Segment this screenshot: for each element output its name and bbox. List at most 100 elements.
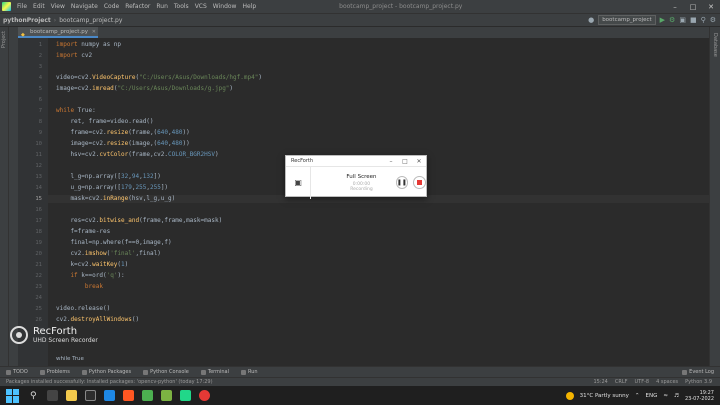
line-number: 24 bbox=[35, 295, 42, 301]
pause-button[interactable]: ❚❚ bbox=[395, 176, 409, 189]
taskbar-search-icon[interactable]: ⚲ bbox=[30, 391, 37, 401]
recforth-logo-icon bbox=[10, 326, 28, 344]
line-number: 1 bbox=[38, 42, 42, 48]
code-line: res=cv2.bitwise_and(frame,frame,mask=mas… bbox=[56, 217, 223, 224]
stop-icon bbox=[417, 180, 423, 185]
tab-close-icon[interactable]: ✕ bbox=[92, 27, 96, 38]
volume-icon[interactable]: ♬ bbox=[674, 393, 679, 399]
watermark-name: RecForth bbox=[33, 326, 78, 337]
database-tool-button[interactable]: Database bbox=[712, 33, 718, 57]
menu-help[interactable]: Help bbox=[239, 3, 259, 10]
breadcrumb-project[interactable]: pythonProject bbox=[0, 17, 54, 24]
menu-view[interactable]: View bbox=[48, 3, 68, 10]
breadcrumb-file[interactable]: bootcamp_project.py bbox=[56, 17, 125, 24]
recording-mode-label: Full Screen bbox=[346, 173, 377, 180]
code-line: frame=cv2.resize(frame,(640,480)) bbox=[56, 129, 190, 136]
user-icon[interactable]: ● bbox=[588, 16, 594, 24]
maximize-icon[interactable]: □ bbox=[684, 3, 702, 11]
window-title: bootcamp_project - bootcamp_project.py bbox=[339, 3, 463, 10]
tab-python-packages[interactable]: Python Packages bbox=[76, 369, 137, 375]
status-message[interactable]: Packages installed successfully: Install… bbox=[0, 379, 213, 385]
caret-position[interactable]: 15:24 bbox=[593, 379, 607, 385]
minimize-icon[interactable]: – bbox=[666, 3, 684, 11]
code-editor[interactable]: import numpy as np import cv2 video=cv2.… bbox=[48, 38, 709, 370]
edge-icon[interactable] bbox=[103, 390, 115, 401]
chevron-up-icon[interactable]: ⌃ bbox=[635, 393, 640, 399]
project-tool-button[interactable]: Project bbox=[1, 31, 7, 48]
close-icon[interactable]: ✕ bbox=[702, 3, 720, 11]
menu-edit[interactable]: Edit bbox=[30, 3, 48, 10]
recforth-watermark: RecForth UHD Screen Recorder bbox=[10, 326, 98, 344]
stop-button[interactable] bbox=[413, 176, 427, 189]
line-number: 21 bbox=[35, 262, 42, 268]
editor-tab[interactable]: ◆ bootcamp_project.py ✕ bbox=[18, 27, 98, 38]
menu-run[interactable]: Run bbox=[153, 3, 171, 10]
tab-run[interactable]: Run bbox=[235, 369, 264, 375]
recforth-title: RecForth bbox=[291, 158, 314, 164]
task-view-icon[interactable] bbox=[46, 390, 58, 401]
search-icon[interactable]: ⚲ bbox=[701, 16, 706, 24]
screenshot-icon[interactable]: ▣ bbox=[286, 166, 312, 199]
run-config-select[interactable]: bootcamp_project bbox=[598, 15, 656, 25]
coverage-icon[interactable]: ▣ bbox=[679, 16, 686, 24]
line-number: 26 bbox=[35, 317, 42, 323]
menu-code[interactable]: Code bbox=[101, 3, 122, 10]
console-icon bbox=[143, 369, 149, 375]
recforth-titlebar: RecForth – □ ✕ bbox=[286, 156, 426, 166]
windows-start-icon[interactable] bbox=[6, 388, 20, 403]
recforth-body: ▣ Full Screen 0:00:00 Recording ❚❚ bbox=[286, 166, 427, 199]
run-tab-icon bbox=[241, 369, 247, 375]
stop-icon[interactable]: ■ bbox=[690, 16, 697, 24]
editor-tab-strip: ◆ bootcamp_project.py ✕ bbox=[18, 27, 709, 38]
menu-vcs[interactable]: VCS bbox=[192, 3, 210, 10]
todo-icon bbox=[6, 369, 11, 375]
wifi-icon[interactable]: ≈ bbox=[663, 393, 668, 399]
tab-problems[interactable]: Problems bbox=[34, 369, 76, 375]
tab-event-log[interactable]: Event Log bbox=[676, 369, 720, 375]
pycharm-taskbar-icon[interactable] bbox=[179, 390, 191, 401]
file-explorer-icon[interactable] bbox=[65, 390, 77, 401]
chrome-icon[interactable] bbox=[141, 390, 153, 401]
code-line: f=frame-res bbox=[56, 228, 111, 235]
pycharm-logo-icon bbox=[2, 2, 11, 11]
recforth-maximize-icon[interactable]: □ bbox=[398, 158, 412, 165]
run-icon[interactable]: ▶ bbox=[660, 16, 665, 24]
recforth-close-icon[interactable]: ✕ bbox=[412, 158, 426, 165]
navigation-bar: pythonProject › bootcamp_project.py ● bo… bbox=[0, 13, 720, 27]
line-number: 18 bbox=[35, 229, 42, 235]
tab-python-console[interactable]: Python Console bbox=[137, 369, 195, 375]
recforth-minimize-icon[interactable]: – bbox=[384, 158, 398, 165]
window-controls: – □ ✕ bbox=[666, 3, 720, 11]
line-number: 5 bbox=[38, 86, 42, 92]
file-encoding[interactable]: UTF-8 bbox=[635, 379, 650, 385]
code-line: k=cv2.waitKey(1) bbox=[56, 261, 129, 268]
recforth-taskbar-icon[interactable] bbox=[198, 390, 210, 401]
clock[interactable]: 19:27 23-07-2022 bbox=[685, 390, 714, 402]
status-widgets: 15:24 CRLF UTF-8 4 spaces Python 3.9 bbox=[593, 379, 720, 385]
code-line: u_g=np.array([179,255,255]) bbox=[56, 184, 169, 191]
editor-breadcrumb-hint[interactable]: while True bbox=[56, 356, 84, 362]
recording-status-label: Recording bbox=[350, 186, 373, 192]
line-number: 25 bbox=[35, 306, 42, 312]
menu-refactor[interactable]: Refactor bbox=[122, 3, 153, 10]
tab-terminal[interactable]: Terminal bbox=[195, 369, 235, 375]
left-tool-strip: Project bbox=[0, 27, 9, 370]
tab-todo[interactable]: TODO bbox=[0, 369, 34, 375]
indent-setting[interactable]: 4 spaces bbox=[656, 379, 678, 385]
weather-text[interactable]: 31°C Partly sunny bbox=[580, 393, 629, 399]
store-icon[interactable] bbox=[84, 390, 96, 401]
debug-icon[interactable]: ⚙ bbox=[669, 16, 675, 24]
menu-navigate[interactable]: Navigate bbox=[68, 3, 101, 10]
office-icon[interactable] bbox=[122, 390, 134, 401]
line-separator[interactable]: CRLF bbox=[615, 379, 628, 385]
settings-icon[interactable]: ⚙ bbox=[710, 16, 716, 24]
run-toolbar: ● bootcamp_project ▶ ⚙ ▣ ■ ⚲ ⚙ bbox=[588, 15, 720, 25]
code-line-current: mask=cv2.inRange(hsv,l_g,u_g) bbox=[56, 195, 176, 202]
menu-window[interactable]: Window bbox=[210, 3, 240, 10]
language-indicator[interactable]: ENG bbox=[646, 393, 658, 399]
python-interpreter[interactable]: Python 3.9 bbox=[685, 379, 712, 385]
code-line: image=cv2.imread("C:/Users/Asus/Download… bbox=[56, 85, 234, 92]
menu-tools[interactable]: Tools bbox=[171, 3, 192, 10]
app-icon[interactable] bbox=[160, 390, 172, 401]
menu-file[interactable]: File bbox=[14, 3, 30, 10]
